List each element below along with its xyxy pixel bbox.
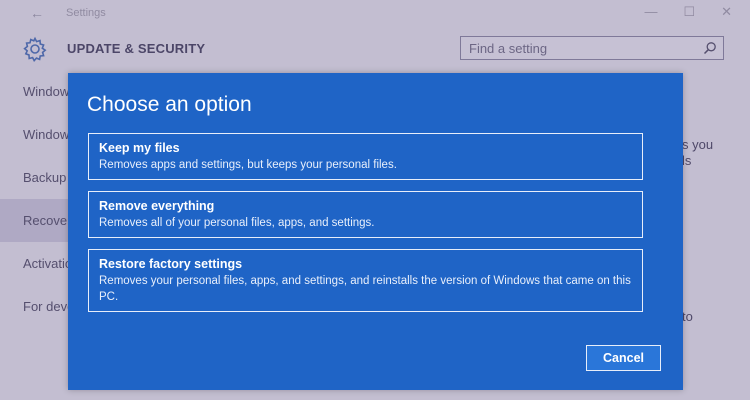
restore-factory-settings-option[interactable]: Restore factory settings Removes your pe… (88, 249, 643, 312)
option-description: Removes apps and settings, but keeps you… (99, 159, 397, 171)
remove-everything-option[interactable]: Remove everything Removes all of your pe… (88, 191, 643, 238)
option-title: Remove everything (99, 199, 215, 213)
option-title: Keep my files (99, 141, 180, 155)
keep-my-files-option[interactable]: Keep my files Removes apps and settings,… (88, 133, 643, 180)
option-description: Removes all of your personal files, apps… (99, 217, 375, 229)
option-title: Restore factory settings (99, 257, 243, 271)
option-description: Removes your personal files, apps, and s… (99, 275, 631, 303)
cancel-button[interactable]: Cancel (586, 345, 661, 371)
dialog-title: Choose an option (87, 93, 252, 116)
choose-option-dialog: Choose an option Keep my files Removes a… (68, 73, 683, 390)
